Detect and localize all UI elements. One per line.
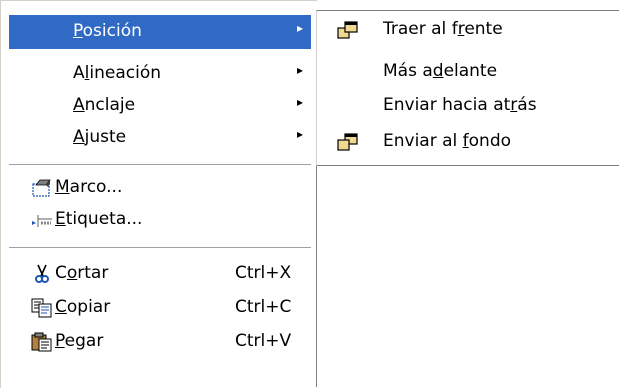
submenu-item-send-to-back[interactable]: Enviar al fondo (317, 125, 617, 159)
menu-item-label: Enviar hacia atrás (383, 95, 537, 115)
menu-item-label: Cortar (55, 263, 109, 283)
label-icon (31, 210, 53, 230)
menu-item-alineacion[interactable]: Alineación ▸ (9, 57, 311, 91)
submenu-arrow-icon: ▸ (297, 21, 304, 35)
menu-item-label: Alineación (73, 63, 161, 83)
menu-item-label: Más adelante (383, 61, 498, 81)
frame-icon (31, 178, 53, 198)
menu-separator (9, 164, 311, 166)
position-submenu: Traer al frente Más adelante Enviar haci… (316, 10, 619, 166)
menu-item-label: Ajuste (73, 127, 127, 147)
menu-item-copiar[interactable]: Copiar Ctrl+C (9, 291, 311, 325)
empty-area (316, 166, 619, 387)
shortcut-label: Ctrl+C (235, 297, 292, 317)
submenu-arrow-icon: ▸ (297, 127, 304, 141)
menu-item-posicion[interactable]: Posición ▸ (9, 15, 311, 49)
paste-icon (31, 332, 53, 352)
menu-item-anclaje[interactable]: Anclaje ▸ (9, 89, 311, 123)
scissors-icon (31, 264, 53, 284)
menu-item-ajuste[interactable]: Ajuste ▸ (9, 121, 311, 155)
menu-item-label: Traer al frente (383, 19, 503, 39)
copy-icon (31, 298, 53, 318)
menu-item-pegar[interactable]: Pegar Ctrl+V (9, 325, 311, 359)
submenu-arrow-icon: ▸ (297, 63, 304, 77)
menu-item-label: Marco... (55, 177, 123, 197)
shortcut-label: Ctrl+X (235, 263, 292, 283)
menu-item-label: Copiar (55, 297, 111, 317)
menu-separator (9, 247, 311, 249)
submenu-item-bring-to-front[interactable]: Traer al frente (317, 13, 617, 47)
submenu-item-bring-forward[interactable]: Más adelante (317, 55, 617, 89)
submenu-arrow-icon: ▸ (297, 95, 304, 109)
menu-item-label: Pegar (55, 331, 104, 351)
menu-item-label: Anclaje (73, 95, 136, 115)
send-to-back-icon (337, 132, 359, 152)
menu-item-cortar[interactable]: Cortar Ctrl+X (9, 257, 311, 291)
menu-item-label: Etiqueta... (55, 209, 143, 229)
submenu-item-send-backward[interactable]: Enviar hacia atrás (317, 89, 617, 123)
menu-item-label: Enviar al fondo (383, 131, 512, 151)
context-menu: Posición ▸ Alineación ▸ Anclaje ▸ Ajuste… (0, 0, 317, 388)
bring-to-front-icon (337, 20, 359, 40)
shortcut-label: Ctrl+V (235, 331, 292, 351)
menu-item-label: Posición (73, 21, 142, 41)
menu-item-etiqueta[interactable]: Etiqueta... (9, 203, 311, 237)
menu-item-marco[interactable]: Marco... (9, 171, 311, 205)
